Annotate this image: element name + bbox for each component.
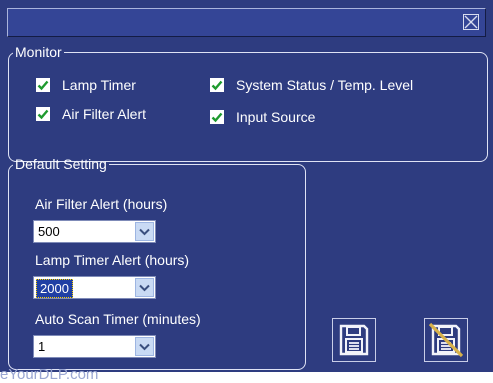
checkmark-icon bbox=[211, 80, 223, 91]
input-source-label: Input Source bbox=[236, 109, 316, 125]
system-status-checkbox[interactable]: System Status / Temp. Level bbox=[210, 77, 413, 93]
select-value: 1 bbox=[38, 339, 46, 354]
save-button[interactable] bbox=[332, 318, 376, 362]
checkmark-icon bbox=[211, 112, 223, 123]
checkmark-icon bbox=[37, 80, 49, 91]
floppy-disk-crossed-icon bbox=[429, 322, 463, 358]
chevron-down-icon bbox=[139, 228, 150, 235]
checkmark-icon bbox=[37, 109, 49, 120]
monitor-group: Monitor bbox=[8, 44, 488, 162]
dropdown-button[interactable] bbox=[135, 337, 154, 356]
lamp-timer-alert-hours-label: Lamp Timer Alert (hours) bbox=[35, 252, 190, 268]
close-button[interactable] bbox=[463, 14, 479, 30]
default-setting-group-title: Default Setting bbox=[15, 156, 107, 172]
system-status-label: System Status / Temp. Level bbox=[236, 77, 414, 93]
close-icon bbox=[464, 15, 478, 29]
auto-scan-timer-minutes-label: Auto Scan Timer (minutes) bbox=[35, 311, 201, 327]
air-filter-alert-hours-select[interactable]: 500 bbox=[33, 220, 156, 243]
checkbox-box[interactable] bbox=[210, 110, 224, 124]
checkbox-box[interactable] bbox=[36, 107, 50, 121]
watermark-text: eYourDLP.com bbox=[0, 366, 99, 383]
chevron-down-icon bbox=[139, 343, 150, 350]
air-filter-alert-checkbox[interactable]: Air Filter Alert bbox=[36, 106, 146, 122]
input-source-checkbox[interactable]: Input Source bbox=[210, 109, 315, 125]
select-value: 2000 bbox=[36, 279, 73, 298]
auto-scan-timer-minutes-select[interactable]: 1 bbox=[33, 335, 156, 358]
air-filter-alert-hours-label: Air Filter Alert (hours) bbox=[35, 196, 168, 212]
dropdown-button[interactable] bbox=[135, 222, 154, 241]
lamp-timer-checkbox[interactable]: Lamp Timer bbox=[36, 77, 136, 93]
chevron-down-icon bbox=[139, 284, 150, 291]
air-filter-alert-label: Air Filter Alert bbox=[62, 106, 147, 122]
lamp-timer-label: Lamp Timer bbox=[62, 77, 136, 93]
title-bar bbox=[7, 8, 486, 37]
cancel-save-button[interactable] bbox=[424, 318, 468, 362]
monitor-settings-dialog: Monitor Lamp Timer System Status / Temp.… bbox=[0, 0, 493, 372]
dropdown-button[interactable] bbox=[135, 278, 154, 297]
monitor-group-title: Monitor bbox=[15, 44, 62, 60]
lamp-timer-alert-hours-select[interactable]: 2000 bbox=[33, 276, 156, 299]
checkbox-box[interactable] bbox=[36, 78, 50, 92]
floppy-disk-icon bbox=[339, 324, 369, 356]
select-value: 500 bbox=[38, 224, 60, 239]
checkbox-box[interactable] bbox=[210, 78, 224, 92]
